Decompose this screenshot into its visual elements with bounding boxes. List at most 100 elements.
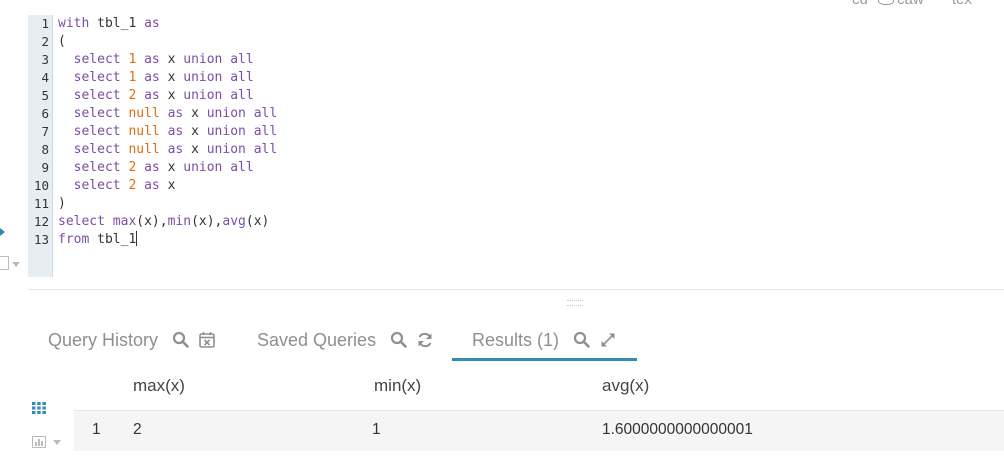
bar-chart-icon[interactable] <box>32 436 46 448</box>
code-line[interactable]: select 1 as x union all <box>58 69 277 87</box>
code-token: as <box>167 142 184 157</box>
line-number: 12 <box>33 214 49 229</box>
code-token: x <box>183 142 207 157</box>
code-token: x <box>159 178 176 193</box>
grid-icon[interactable] <box>32 402 46 414</box>
code-token: select <box>73 70 121 85</box>
tab-query-history-label: Query History <box>48 329 159 350</box>
code-token: union all <box>183 160 254 175</box>
code-line[interactable]: with tbl_1 as <box>58 15 277 33</box>
results-panel: max(x) min(x) avg(x) 1 2 1 1.60000000000… <box>0 362 1004 466</box>
row-index: 1 <box>92 421 101 438</box>
code-token: (x), <box>136 214 168 229</box>
line-number: 11 <box>33 196 49 211</box>
chevron-down-icon[interactable] <box>53 440 61 445</box>
snippet-icon[interactable] <box>0 256 9 270</box>
code-token: from <box>58 232 90 247</box>
code-token: (x), <box>191 214 223 229</box>
resize-handle[interactable] <box>567 300 583 306</box>
code-token: as <box>167 124 184 139</box>
column-header-max[interactable]: max(x) <box>133 376 185 396</box>
code-token: x <box>159 88 184 103</box>
top-bar-cut: cd caw tex <box>852 0 978 8</box>
code-token: as <box>144 178 160 193</box>
line-number: 5 <box>41 88 49 103</box>
top-bar-item-3[interactable]: tex <box>952 0 972 8</box>
code-line[interactable]: select 2 as x union all <box>58 87 277 105</box>
code-token: ( <box>58 34 66 49</box>
code-token: select <box>73 124 121 139</box>
cell-avg[interactable]: 1.6000000000000001 <box>602 421 753 439</box>
line-number: 1 <box>41 16 49 31</box>
line-number: 4 <box>41 70 49 85</box>
code-line[interactable]: from tbl_1 <box>58 231 277 249</box>
code-line[interactable]: select null as x union all <box>58 123 278 141</box>
top-bar-item-1[interactable]: cd <box>852 0 868 8</box>
code-line[interactable]: select 1 as x union all <box>58 51 277 69</box>
run-icon[interactable] <box>0 228 5 236</box>
code-line[interactable]: select 2 as x union all <box>58 159 277 177</box>
calendar-x-icon[interactable] <box>198 331 216 349</box>
code-line[interactable]: select max(x),min(x),avg(x) <box>58 213 277 231</box>
top-bar-item-2[interactable]: caw <box>897 0 924 8</box>
database-icon <box>878 0 895 5</box>
expand-icon[interactable] <box>599 331 617 349</box>
code-token: as <box>167 106 184 121</box>
code-token: union all <box>183 52 254 67</box>
code-token: null <box>128 106 160 121</box>
code-token: avg <box>222 214 246 229</box>
cell-max[interactable]: 2 <box>133 421 142 439</box>
code-line[interactable]: ( <box>58 33 277 51</box>
search-icon[interactable] <box>390 331 408 349</box>
line-number: 8 <box>41 142 49 157</box>
code-token: select <box>73 142 121 157</box>
code-token: x <box>159 52 184 67</box>
editor-divider <box>28 289 1004 290</box>
code-line[interactable]: select 2 as x <box>58 177 277 195</box>
tab-saved-queries-label: Saved Queries <box>257 329 377 350</box>
tab-results[interactable]: Results (1) <box>472 322 625 358</box>
refresh-icon[interactable] <box>416 331 434 349</box>
tab-results-label: Results (1) <box>472 329 560 350</box>
line-number: 10 <box>33 178 49 193</box>
code-token: x <box>159 160 184 175</box>
line-number: 13 <box>33 232 49 247</box>
tab-query-history[interactable]: Query History <box>48 322 224 358</box>
code-token: select <box>73 106 121 121</box>
code-line[interactable]: select null as x union all <box>58 105 278 123</box>
search-icon[interactable] <box>172 331 190 349</box>
tab-saved-queries[interactable]: Saved Queries <box>257 322 442 358</box>
table-row[interactable] <box>74 410 1004 451</box>
code-token: x <box>183 124 207 139</box>
code-area[interactable]: with tbl_1 as( select 1 as x union all s… <box>58 15 277 249</box>
code-line[interactable]: ) <box>58 195 277 213</box>
code-token: null <box>128 124 160 139</box>
chevron-down-icon[interactable] <box>12 262 20 267</box>
code-token: union all <box>183 88 254 103</box>
code-token: x <box>183 106 207 121</box>
code-token: ) <box>58 196 66 211</box>
search-icon[interactable] <box>573 331 591 349</box>
code-line[interactable]: select null as x union all <box>58 141 278 159</box>
code-token: as <box>144 160 160 175</box>
column-header-min[interactable]: min(x) <box>374 376 421 396</box>
code-token: tbl_1 <box>89 16 145 31</box>
line-number: 7 <box>41 124 49 139</box>
code-token: as <box>144 88 160 103</box>
code-token: select <box>73 178 121 193</box>
sql-editor[interactable]: 1 2 3 4 5 6 7 8 9 10 11 12 13 with tbl_1 as( select … <box>28 15 1004 277</box>
column-header-avg[interactable]: avg(x) <box>602 376 649 396</box>
cell-min[interactable]: 1 <box>372 421 381 439</box>
